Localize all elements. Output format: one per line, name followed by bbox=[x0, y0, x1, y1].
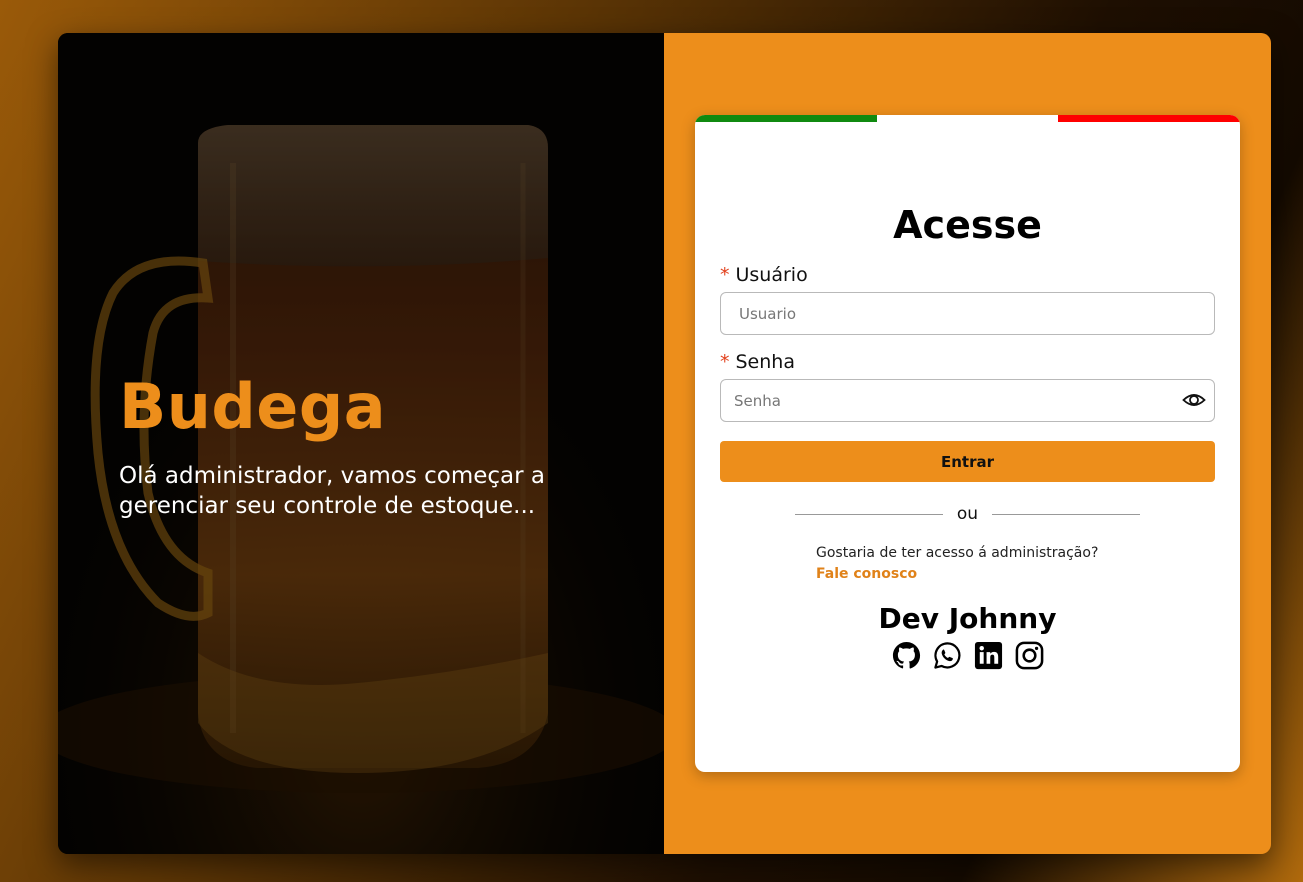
flag-red bbox=[1058, 115, 1240, 122]
whatsapp-icon[interactable] bbox=[932, 640, 963, 671]
linkedin-icon[interactable] bbox=[973, 640, 1004, 671]
login-frame: Budega Olá administrador, vamos começar … bbox=[58, 33, 1271, 854]
contact-link[interactable]: Fale conosco bbox=[816, 566, 917, 582]
password-input[interactable] bbox=[720, 379, 1215, 422]
username-label: * Usuário bbox=[720, 264, 808, 286]
login-card: Acesse *Usuário *Senha Entr bbox=[695, 115, 1240, 772]
brand-title: Budega bbox=[119, 370, 387, 443]
developer-name: Dev Johnny bbox=[878, 602, 1057, 635]
login-title: Acesse bbox=[893, 203, 1042, 247]
password-label: * Senha bbox=[720, 351, 795, 373]
hero-panel: Budega Olá administrador, vamos começar … bbox=[58, 33, 664, 854]
instagram-icon[interactable] bbox=[1014, 640, 1045, 671]
form-panel: Acesse *Usuário *Senha Entr bbox=[664, 33, 1271, 854]
access-request: Gostaria de ter acesso á administração? … bbox=[816, 544, 1215, 584]
flag-green bbox=[695, 115, 877, 122]
hero-text: Budega Olá administrador, vamos começar … bbox=[119, 371, 619, 521]
username-input[interactable] bbox=[720, 292, 1215, 335]
italy-flag-stripe bbox=[695, 115, 1240, 122]
access-question: Gostaria de ter acesso á administração? bbox=[816, 545, 1099, 561]
required-mark: * bbox=[720, 264, 730, 286]
social-links bbox=[720, 640, 1215, 671]
or-divider: ou bbox=[720, 504, 1215, 524]
eye-icon[interactable] bbox=[1182, 389, 1206, 411]
github-icon[interactable] bbox=[891, 640, 922, 671]
hero-tagline: Olá administrador, vamos começar a geren… bbox=[119, 463, 546, 519]
flag-white bbox=[876, 115, 1059, 122]
login-button[interactable]: Entrar bbox=[720, 441, 1215, 482]
required-mark: * bbox=[720, 351, 730, 373]
